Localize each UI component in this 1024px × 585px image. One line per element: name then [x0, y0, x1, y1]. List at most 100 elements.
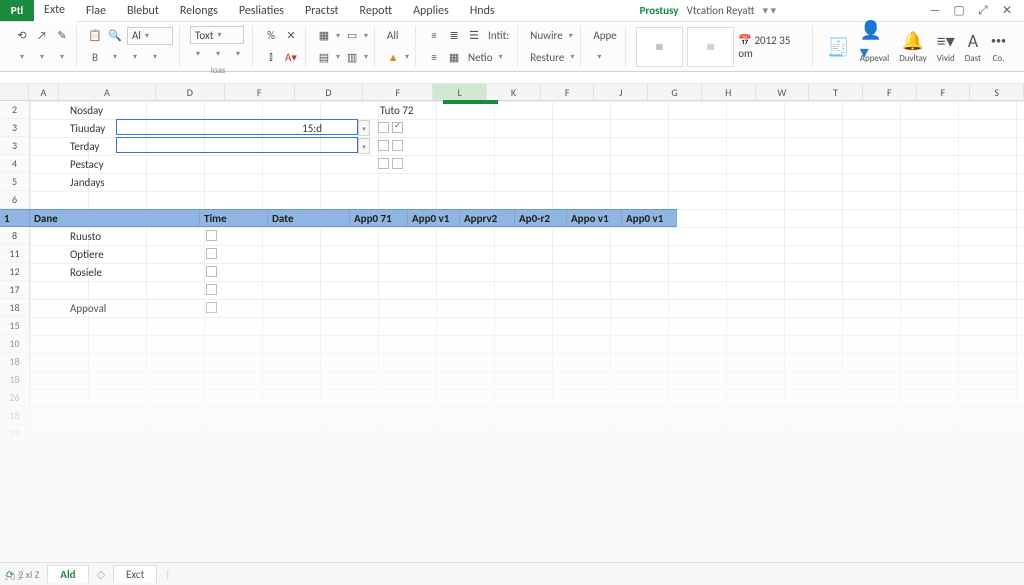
row-header[interactable]: 18 [0, 353, 29, 371]
table-header-cell[interactable]: App0 v1 [622, 210, 677, 226]
checkbox[interactable] [378, 158, 389, 169]
row-header[interactable]: 35 [0, 479, 29, 497]
co-button[interactable]: •••Co. [987, 30, 1010, 64]
row-header[interactable]: 8 [0, 227, 29, 245]
font-color-icon[interactable]: A▾ [283, 49, 299, 65]
minimize-button[interactable]: — [928, 4, 942, 18]
column-header[interactable]: K [487, 84, 541, 100]
menu-tab-flae[interactable]: Flae [76, 0, 117, 22]
table-header-cell[interactable]: Date [268, 210, 350, 226]
row-header[interactable]: 2 [0, 101, 29, 119]
column-header[interactable]: F [917, 84, 971, 100]
table-header-cell[interactable]: App0 v1 [408, 210, 460, 226]
row-header[interactable]: 11 [0, 245, 29, 263]
table-row-name[interactable]: Rosiele [66, 263, 216, 281]
row-header[interactable]: 79 [0, 425, 29, 443]
paste-icon[interactable]: 📋 [87, 28, 103, 44]
row-header[interactable]: 3 [0, 137, 29, 155]
row-header[interactable]: 18 [0, 533, 29, 551]
sheet-tab-1[interactable]: Ald [47, 565, 88, 583]
style-box[interactable]: Toxt▾ [190, 26, 244, 44]
menu-tab-hnds[interactable]: Hnds [460, 0, 506, 22]
row-header[interactable]: 15 [0, 317, 29, 335]
column-header[interactable]: H [702, 84, 756, 100]
row-checkbox[interactable] [206, 230, 217, 241]
column-header[interactable]: F [225, 84, 295, 100]
column-header[interactable]: L [433, 84, 487, 100]
brush-icon[interactable]: ✎ [54, 28, 70, 44]
close-button[interactable]: ✕ [1000, 3, 1014, 18]
checkbox[interactable] [392, 158, 403, 169]
table-header-cell[interactable]: Time [200, 210, 268, 226]
sheet-tab-2[interactable]: Exct [113, 565, 157, 583]
row-header[interactable]: 5 [0, 173, 29, 191]
display-button[interactable]: 🔔Duvltay [895, 30, 931, 64]
menu-tab-repott[interactable]: Repott [350, 0, 404, 22]
checkbox[interactable] [392, 122, 403, 133]
column-header[interactable]: F [363, 84, 433, 100]
table-row-name[interactable]: Appoval [66, 299, 216, 317]
row-header[interactable]: 18 [0, 371, 29, 389]
percent-icon[interactable]: % [263, 28, 279, 44]
row-header[interactable]: 3 [0, 119, 29, 137]
column-header[interactable]: D [295, 84, 363, 100]
maximize-button[interactable]: ▢ [952, 3, 966, 18]
checkbox[interactable] [378, 140, 389, 151]
dropdown-icon[interactable]: ▾ [358, 138, 370, 154]
doc-title[interactable]: Vtcation Reyatt [687, 4, 755, 17]
row-header[interactable]: 10 [0, 335, 29, 353]
table-row-name[interactable]: Ruusto [66, 227, 216, 245]
row-header[interactable]: 26 [0, 389, 29, 407]
align-left-icon[interactable]: ≡ [426, 28, 442, 44]
menu-tab-pesliaties[interactable]: Pesliaties [229, 0, 295, 22]
vivid-button[interactable]: ≡▾Vivid [933, 30, 959, 64]
column-header[interactable]: F [541, 84, 595, 100]
table-header-cell[interactable]: Ap0-r2 [515, 210, 567, 226]
column-header[interactable]: G [648, 84, 702, 100]
menu-tab-practst[interactable]: Practst [295, 0, 350, 22]
row-checkbox[interactable] [206, 266, 217, 277]
column-header[interactable]: F [863, 84, 917, 100]
row-checkbox[interactable] [206, 284, 217, 295]
align-label[interactable]: All [385, 28, 400, 44]
row-header[interactable]: 18 [0, 299, 29, 317]
dropdown-icon[interactable]: ▾ [358, 120, 370, 136]
row-checkbox[interactable] [206, 248, 217, 259]
checkbox[interactable] [378, 122, 389, 133]
spreadsheet-grid[interactable]: AADFDFLKFJGHWTFFS 2334569811121718151018… [0, 84, 1024, 562]
warning-icon[interactable]: ▲ [385, 49, 401, 65]
column-header[interactable]: J [594, 84, 648, 100]
share-button[interactable]: 🧾 [823, 36, 853, 58]
menu-tab-exte[interactable]: Exte [34, 0, 76, 23]
menu-tab-applies[interactable]: Applies [403, 0, 460, 22]
row-header[interactable]: 34 [0, 443, 29, 461]
account-button[interactable]: 👤▾Appeval [856, 30, 893, 64]
table-header-cell[interactable]: Apprv2 [460, 210, 515, 226]
menu-tab-relongs[interactable]: Relongs [170, 0, 229, 22]
style-gallery-1[interactable]: ▦ [636, 27, 683, 67]
redo-icon[interactable]: ↗ [34, 28, 50, 44]
search-icon[interactable]: 🔍 [107, 28, 123, 44]
dast-button[interactable]: ADast [961, 30, 985, 64]
row-header[interactable]: 4 [0, 155, 29, 173]
table-header-cell[interactable]: Appo v1 [567, 210, 622, 226]
sheet-scroll-icon[interactable]: ◇ [97, 568, 105, 581]
row-header[interactable]: 25 [0, 497, 29, 515]
column-header[interactable]: S [970, 84, 1024, 100]
row-header[interactable]: 18 [0, 407, 29, 425]
table-header-cell[interactable]: App0 71 [350, 210, 408, 226]
row-header[interactable]: 25 [0, 461, 29, 479]
table-row-name[interactable] [66, 281, 216, 299]
time-value[interactable]: 15:d [266, 119, 326, 137]
align-right-icon[interactable]: ☰ [466, 28, 482, 44]
app-tab[interactable]: Ptl [0, 0, 34, 21]
style-gallery-2[interactable]: ▤ [687, 27, 734, 67]
menu-tab-blebut[interactable]: Blebut [117, 0, 170, 22]
restore-button[interactable]: ⤢ [976, 4, 990, 18]
row-checkbox[interactable] [206, 302, 217, 313]
fill-icon[interactable]: ▭ [344, 28, 360, 44]
checkbox[interactable] [392, 140, 403, 151]
column-header[interactable]: W [756, 84, 810, 100]
doc-title-dropdown[interactable]: ▾ ▾ [762, 4, 776, 17]
table-header-cell[interactable]: Dane [30, 210, 200, 226]
